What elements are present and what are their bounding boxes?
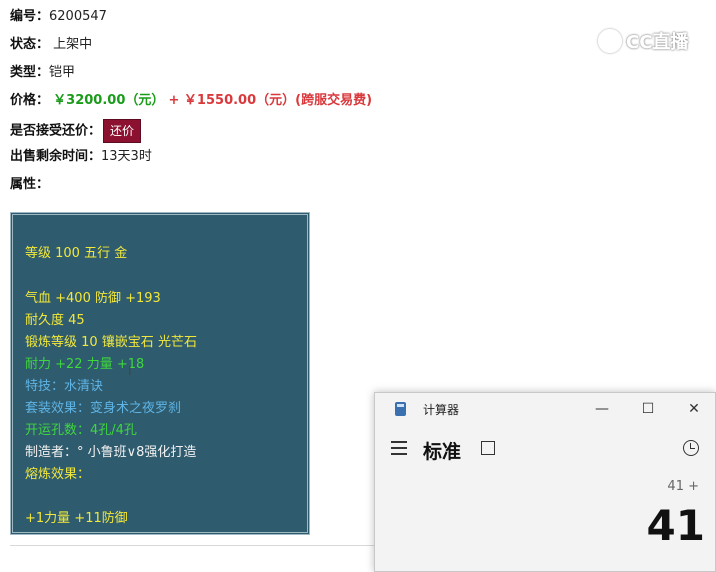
time-row: 出售剩余时间：13天3时 [10,147,152,167]
attr-stamina-str: 耐力 +22 力量 +18 [25,357,145,372]
calculator-mode: 标准 [423,441,462,463]
history-icon[interactable] [683,440,699,456]
calculator-expression: 41 + [667,479,699,494]
divider [10,545,374,546]
status-row: 状态： 上架中 [10,35,92,55]
calculator-icon [395,402,406,416]
bargain-button[interactable]: 还价 [103,119,142,143]
attr-skill: 特技：水清诀 [25,379,104,394]
time-label: 出售剩余时间： [10,149,102,164]
attr-forge: 锻炼等级 10 镶嵌宝石 光芒石 [25,335,197,350]
calculator-window[interactable]: 计算器 — ☐ ✕ 标准 41 + 41 [374,392,716,572]
hamburger-icon[interactable] [391,441,407,455]
type-row: 类型：铠甲 [10,63,75,83]
bargain-row: 是否接受还价： 还价 [10,119,142,143]
attr-holes: 开运孔数：4孔/4孔 [25,423,137,438]
attr-level: 等级 100 五行 金 [25,246,128,261]
attr-smelt-label: 熔炼效果： [25,467,91,482]
price-extra: + ￥1550.00（元）(跨服交易费) [168,93,373,108]
attr-set-effect: 套装效果：变身术之夜罗刹 [25,401,182,416]
calculator-display: 41 [646,501,705,550]
watermark-text: CC直播 [626,32,689,53]
status-label: 状态： [10,37,50,52]
price-main: ￥3200.00（元） [53,93,165,108]
keep-on-top-icon[interactable] [481,441,495,455]
item-id-value: 6200547 [49,9,107,24]
watermark: CC直播 [598,28,688,54]
item-id-row: 编号：6200547 [10,7,107,27]
close-button[interactable]: ✕ [679,397,709,421]
type-label: 类型： [10,65,50,80]
bargain-label: 是否接受还价： [10,123,102,139]
price-label: 价格： [10,93,50,108]
minimize-button[interactable]: — [587,397,617,421]
text-cursor-icon: I [128,364,132,378]
attr-maker: 制造者：° 小鲁班∨8强化打造 [25,445,197,460]
attr-row: 属性： [10,175,49,195]
attr-durability: 耐久度 45 [25,313,85,328]
attr-smelt-value: +1力量 +11防御 [25,511,128,526]
item-id-label: 编号： [10,9,50,24]
watermark-logo-icon [598,29,622,53]
price-row: 价格： ￥3200.00（元） + ￥1550.00（元）(跨服交易费) [10,91,372,111]
calculator-title: 计算器 [423,403,460,417]
type-value: 铠甲 [49,65,76,80]
time-value: 13天3时 [101,149,152,164]
maximize-button[interactable]: ☐ [633,397,663,421]
attr-hp-def: 气血 +400 防御 +193 [25,291,161,306]
attr-label: 属性： [10,177,50,192]
status-value: 上架中 [53,37,93,52]
attributes-panel: 等级 100 五行 金 气血 +400 防御 +193 耐久度 45 锻炼等级 … [10,212,310,535]
